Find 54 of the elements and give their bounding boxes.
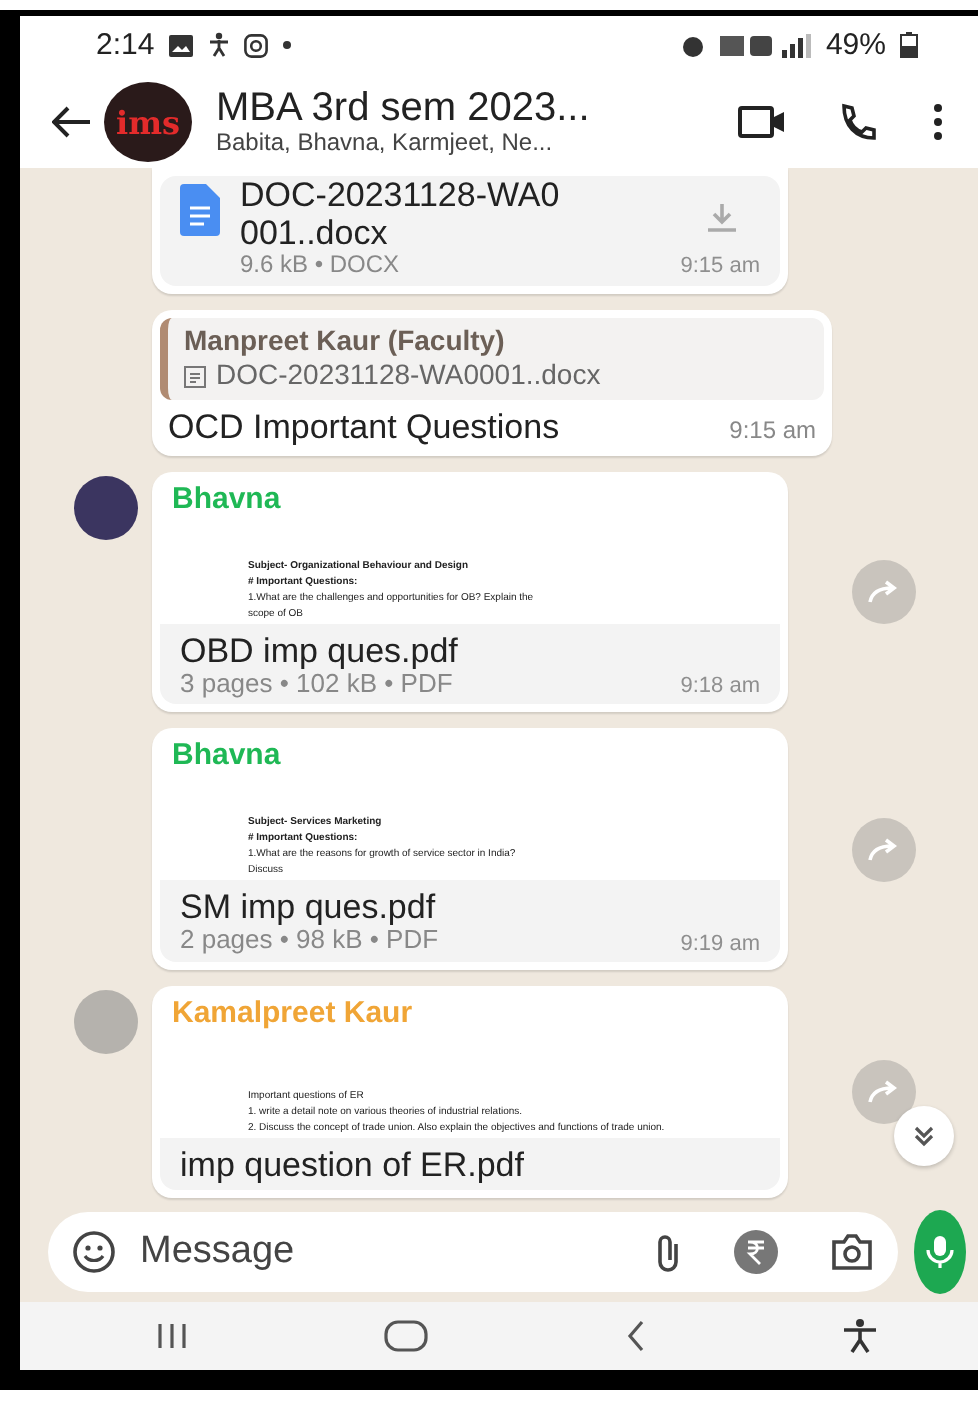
three-lines-icon [156, 1322, 189, 1350]
back-button[interactable] [52, 106, 92, 138]
dot-icon [282, 40, 293, 51]
paperclip-icon [654, 1232, 682, 1272]
message-field[interactable]: Message [48, 1212, 898, 1292]
microphone-button[interactable] [914, 1210, 966, 1294]
microphone-icon [926, 1234, 954, 1270]
document-attachment[interactable]: DOC-20231128-WA0 001..docx 9.6 kB • DOCX 9:15 am [160, 176, 780, 285]
file-name: imp question of ER.pdf [180, 1146, 526, 1185]
download-icon [704, 200, 740, 236]
pdf-attachment[interactable]: SM imp ques.pdf 2 pages • 98 kB • PDF 9:19 am [160, 880, 780, 963]
sender-name: Kamalpreet Kaur [170, 994, 415, 1035]
battery-percentage: 49% [825, 29, 886, 63]
pdf-attachment[interactable]: OBD imp ques.pdf 3 pages • 102 kB • PDF 9:18 am [160, 623, 780, 705]
message-time: 9:18 am [680, 674, 760, 699]
file-name: DOC-20231128-WA0 [240, 176, 562, 215]
file-name: SM imp ques.pdf [180, 888, 438, 927]
quote-file-name: DOC-20231128-WA0001..docx [216, 360, 601, 392]
quoted-message[interactable]: Manpreet Kaur (Faculty) DOC-20231128-WA0001..docx [160, 317, 824, 400]
chevron-left-icon [625, 1320, 646, 1352]
message-text: OCD Important Questions [168, 407, 560, 446]
sender-name: Bhavna [170, 736, 283, 777]
image-icon [168, 33, 195, 58]
emoji-icon [72, 1230, 116, 1274]
rupee-icon [734, 1230, 778, 1274]
person-icon [208, 32, 231, 59]
file-meta: 2 pages • 98 kB • PDF [180, 926, 439, 957]
forward-icon [865, 578, 901, 607]
more-icon [934, 104, 942, 140]
group-logo[interactable]: ims [104, 82, 192, 162]
camera-icon [830, 1232, 874, 1272]
file-name: OBD imp ques.pdf [180, 631, 460, 670]
forward-icon [865, 835, 901, 864]
camera-app-icon [244, 33, 269, 58]
sender-name: Bhavna [170, 479, 283, 520]
forward-icon [865, 1078, 901, 1107]
message-time: 9:19 am [680, 931, 760, 957]
avatar-placeholder[interactable] [74, 475, 138, 540]
status-time: 2:14 [96, 29, 155, 63]
chat-members: Babita, Bhavna, Karmjeet, Ne... [216, 130, 555, 158]
message-time: 9:15 am [680, 254, 760, 279]
document-icon [184, 365, 206, 387]
message-time: 9:15 am [729, 418, 816, 446]
double-chevron-down-icon [912, 1124, 936, 1148]
battery-icon [900, 32, 918, 59]
file-name: 001..docx [240, 214, 390, 253]
pdf-attachment[interactable]: imp question of ER.pdf [160, 1138, 780, 1191]
quote-author: Manpreet Kaur (Faculty) [184, 325, 507, 357]
scroll-down-button[interactable] [894, 1106, 954, 1166]
document-icon [180, 184, 220, 236]
file-meta: 3 pages • 102 kB • PDF [180, 669, 453, 699]
signal-icon [719, 33, 812, 58]
file-meta: 9.6 kB • DOCX [240, 252, 402, 279]
chat-title: MBA 3rd sem 2023... [216, 86, 592, 131]
